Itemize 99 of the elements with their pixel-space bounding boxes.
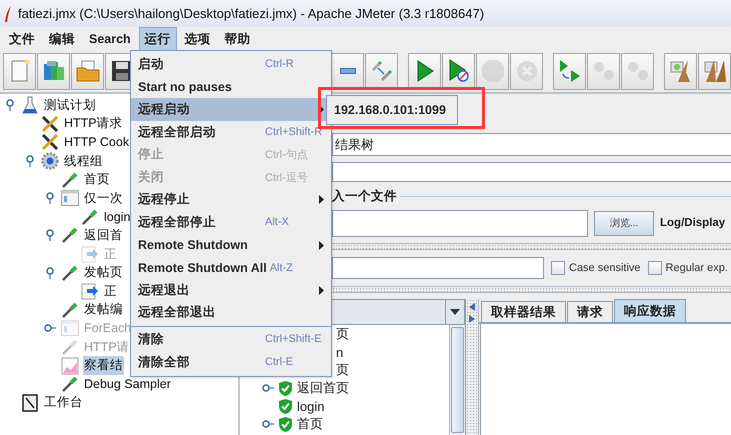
feather-icon <box>4 6 12 22</box>
expand-handle-icon[interactable] <box>262 420 274 428</box>
split-handle[interactable] <box>466 299 479 435</box>
pipette-icon <box>81 208 99 226</box>
tree-item[interactable]: Debug Sampler <box>83 376 172 392</box>
pipette-icon <box>61 300 79 319</box>
result-item[interactable]: 首页 <box>297 415 323 433</box>
toolbar-button[interactable] <box>442 52 475 90</box>
splitter-handle[interactable] <box>332 286 731 293</box>
chart-icon <box>61 356 79 375</box>
result-item[interactable]: 返回首页 <box>297 379 349 397</box>
toolbar-button[interactable] <box>331 52 364 90</box>
stop-sign-icon <box>480 59 504 83</box>
flask-icon <box>22 96 38 114</box>
checkbox-option[interactable]: Case sensitive <box>551 261 641 275</box>
tree-item[interactable]: 发帖页 <box>83 263 124 282</box>
tree-item[interactable]: 返回首 <box>83 226 124 245</box>
tree-item[interactable]: 测试计划 <box>43 96 97 115</box>
splitter-handle[interactable] <box>332 243 731 250</box>
shield-check-icon <box>278 380 293 396</box>
tree-item[interactable]: 发帖编 <box>83 300 124 320</box>
document-arrow-icon <box>81 282 99 300</box>
document-arrow-icon <box>81 245 99 264</box>
dots-icon <box>592 61 616 81</box>
result-item[interactable]: 页 <box>336 325 349 343</box>
brooms-icon <box>702 58 728 84</box>
tree-item[interactable]: HTTP请求 <box>63 114 124 134</box>
menu-title[interactable]: 运行 <box>138 27 177 50</box>
menu-item[interactable]: 清除 Ctrl+Shift-E <box>131 328 331 351</box>
window-icon <box>61 190 79 206</box>
expand-handle-icon[interactable] <box>26 155 34 168</box>
menu-title[interactable]: 选项 <box>178 27 217 50</box>
menu-title[interactable]: 帮助 <box>218 27 257 50</box>
filename-field[interactable] <box>332 210 588 236</box>
menu-item[interactable]: Remote Shutdown <box>131 234 331 256</box>
menu-item[interactable]: 远程全部停止 Alt-X <box>131 211 331 234</box>
shield-check-icon <box>278 416 293 432</box>
name-field[interactable]: 结果树 <box>332 133 731 156</box>
books-icon <box>42 59 66 83</box>
expand-handle-icon[interactable] <box>6 99 14 112</box>
expand-handle-icon[interactable] <box>46 266 54 279</box>
pipette-icon <box>61 375 79 394</box>
dots-icon <box>626 61 650 81</box>
toolbar-button[interactable] <box>408 52 441 90</box>
blank-page-icon <box>10 59 30 83</box>
window-title: fatiezi.jmx (C:\Users\hailong\Desktop\fatiezi.jmx) - Apache JMeter (3.3 r1808647) <box>18 6 484 21</box>
tree-item[interactable]: 线程组 <box>63 152 104 171</box>
menu-title[interactable]: 编辑 <box>43 27 81 50</box>
result-item[interactable]: 页 <box>336 361 349 379</box>
tab[interactable]: 请求 <box>567 301 613 322</box>
search-field[interactable] <box>332 257 544 279</box>
menu-item[interactable]: 清除全部 Ctrl-E <box>131 350 331 374</box>
folder-icon <box>76 60 100 82</box>
result-item[interactable]: login <box>297 398 324 414</box>
play-no-timer-icon <box>448 59 470 83</box>
pipette-icon <box>61 226 79 244</box>
log-display-label: Log/Display <box>660 217 726 229</box>
pipette-icon <box>61 338 79 356</box>
tree-item[interactable]: 仅一次 <box>83 188 124 208</box>
menu-item[interactable]: Remote Shutdown All Alt-Z <box>131 256 331 279</box>
tree-item[interactable]: HTTP Cook <box>63 134 130 150</box>
checkbox-option[interactable]: Regular exp. <box>648 261 728 275</box>
expand-handle-icon[interactable] <box>262 384 274 392</box>
shield-check-icon <box>278 398 293 414</box>
tree-item[interactable]: 正 <box>103 282 118 301</box>
notebook-icon <box>21 394 39 412</box>
result-item[interactable]: n <box>336 344 344 360</box>
tree-item[interactable]: 察看结 <box>83 356 124 376</box>
menu-item[interactable]: 启动 Ctrl-R <box>131 53 331 76</box>
scrollbar[interactable] <box>449 325 465 435</box>
expand-handle-icon[interactable] <box>46 229 54 242</box>
menu-item[interactable]: 远程全部启动 Ctrl+Shift-R <box>131 120 331 144</box>
comment-field[interactable] <box>332 162 731 182</box>
tools-icon <box>41 114 59 133</box>
pipettes-icon <box>370 60 392 82</box>
tools-icon <box>41 133 59 152</box>
tab[interactable]: 响应数据 <box>614 299 686 322</box>
tree-item[interactable]: 首页 <box>83 170 111 190</box>
pipette-icon <box>61 170 79 189</box>
pipette-icon <box>61 264 79 282</box>
window-icon <box>61 320 79 336</box>
menu-item[interactable]: 远程退出 <box>131 278 331 302</box>
cross-circle-icon <box>516 60 538 82</box>
tree-item[interactable]: login <box>103 208 132 225</box>
menu-title[interactable]: 文件 <box>3 27 41 50</box>
menu-item[interactable]: 远程全部退出 <box>131 302 331 324</box>
group-title: 入一个文件 <box>332 188 397 205</box>
menu-title[interactable]: Search <box>83 27 137 50</box>
minus-icon <box>340 68 356 74</box>
tree-item[interactable]: 工作台 <box>43 393 84 412</box>
menu-item[interactable]: 远程停止 <box>131 188 331 212</box>
gear-icon <box>41 152 59 170</box>
menu-item[interactable]: 192.168.0.101:1099 <box>327 98 457 122</box>
play-icon <box>416 60 434 82</box>
tab[interactable]: 取样器结果 <box>481 301 566 322</box>
double-play-icon <box>558 59 582 83</box>
browse-button[interactable]: 浏览... <box>594 210 654 236</box>
expand-handle-icon[interactable] <box>46 192 54 204</box>
dropdown-arrow-icon <box>450 309 460 315</box>
